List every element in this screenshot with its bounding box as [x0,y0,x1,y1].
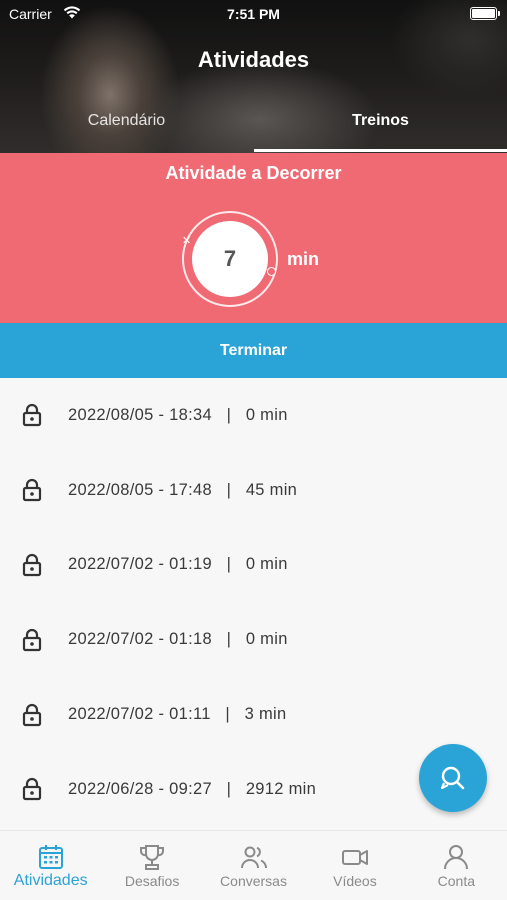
tabbar-item-conta[interactable]: Conta [406,831,507,900]
history-entry-text: 2022/08/05 - 18:34 | 0 min [68,405,288,424]
page-title: Atividades [197,47,310,72]
tabbar-label: Desafios [124,873,180,889]
tabbar-label: Vídeos [333,873,377,889]
search-chat-button[interactable] [419,744,487,812]
history-entry-text: 2022/07/02 - 01:19 | 0 min [68,555,288,574]
lock-icon [22,778,42,801]
tabbar-label: Conversas [220,873,287,889]
timer-progress-knob [267,267,276,276]
timer-start-mark-icon: ✕ [182,235,192,247]
current-activity-panel: Atividade a Decorrer ✕ 7 min [0,153,507,323]
timer-unit: min [287,249,320,269]
list-item[interactable]: 2022/08/05 - 17:48 | 45 min [0,453,507,528]
tab-indicator [254,149,507,152]
users-icon [240,846,267,869]
history-entry-text: 2022/08/05 - 17:48 | 45 min [68,480,298,499]
lock-icon [22,703,42,726]
list-item[interactable]: 2022/07/02 - 01:11 | 3 min [0,677,507,752]
clock: 7:51 PM [227,6,280,22]
header-tabs: Calendário Treinos [0,108,507,153]
tabbar-label: Conta [437,873,475,889]
bottom-tab-bar: Atividades Desafios Conversas Vídeos Con… [0,830,507,900]
search-chat-icon [440,766,465,790]
tabbar-item-conversas[interactable]: Conversas [203,831,304,900]
tab-treinos[interactable]: Treinos [254,112,507,130]
tabbar-label: Atividades [13,872,88,889]
finish-button[interactable]: Terminar [0,323,507,378]
lock-icon [22,553,42,577]
status-bar: Carrier 7:51 PM [0,0,507,28]
video-camera-icon [341,850,368,865]
list-item[interactable]: 2022/07/02 - 01:19 | 0 min [0,528,507,603]
history-entry-text: 2022/07/02 - 01:18 | 0 min [68,630,288,649]
tabbar-item-videos[interactable]: Vídeos [304,831,405,900]
activity-heading: Atividade a Decorrer [165,163,342,183]
trophy-icon [140,845,165,870]
list-item[interactable]: 2022/08/05 - 18:34 | 0 min [0,378,507,453]
battery-icon [470,7,500,20]
lock-icon [22,628,42,651]
activity-timer: ✕ 7 [182,211,278,307]
tabbar-item-desafios[interactable]: Desafios [101,831,202,900]
lock-icon [22,479,42,502]
timer-value: 7 [192,221,268,297]
user-icon [444,845,469,870]
history-entry-text: 2022/07/02 - 01:11 | 3 min [68,705,287,724]
lock-icon [22,404,42,427]
calendar-icon [38,845,63,869]
tabbar-item-atividades[interactable]: Atividades [0,831,101,900]
header: Carrier 7:51 PM Atividades Calendário Tr… [0,0,507,153]
list-item[interactable]: 2022/07/02 - 01:18 | 0 min [0,602,507,677]
tab-calendario[interactable]: Calendário [0,112,253,130]
history-entry-text: 2022/06/28 - 09:27 | 2912 min [68,779,317,798]
